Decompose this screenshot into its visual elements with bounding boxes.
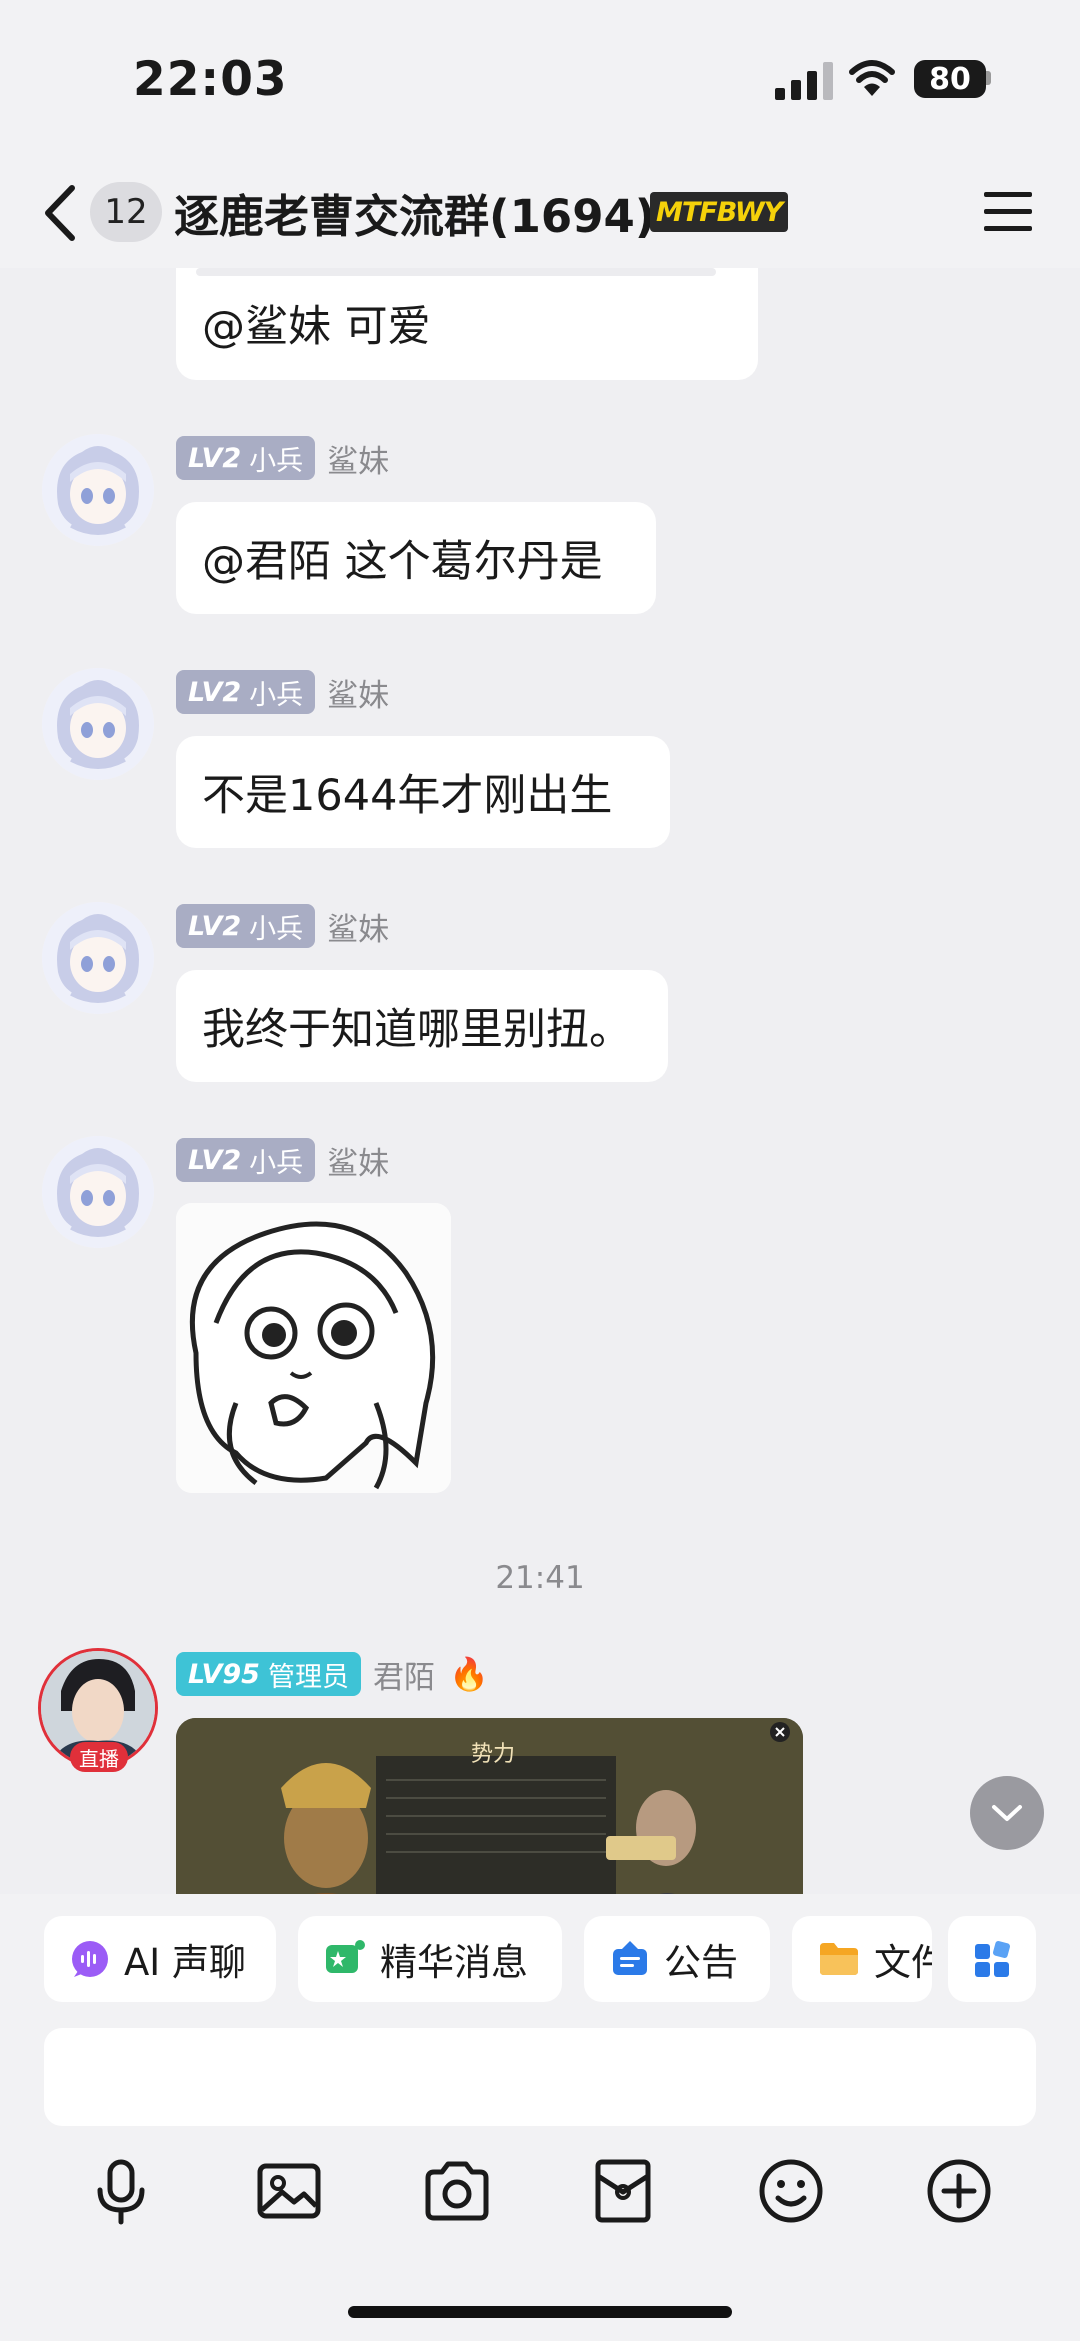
mic-icon[interactable] — [86, 2156, 156, 2226]
sender-row: LV2 小兵 鲨妹 — [176, 670, 389, 714]
battery-indicator: 80 — [914, 60, 986, 98]
role-text: 小兵 — [249, 445, 304, 477]
anime-avatar-icon — [42, 1136, 154, 1248]
menu-icon[interactable] — [984, 186, 1032, 238]
wifi-icon — [849, 60, 895, 96]
avatar[interactable] — [42, 434, 154, 546]
game-screenshot-image[interactable]: 势力 — [176, 1718, 803, 1894]
files-button[interactable]: 文件 — [792, 1916, 932, 2002]
sticker-image[interactable] — [176, 1203, 451, 1493]
live-badge[interactable]: 直播 — [70, 1742, 128, 1772]
level-badge: LV2 小兵 — [176, 904, 316, 948]
add-icon[interactable] — [924, 2156, 994, 2226]
status-bar: 22:03 80 — [0, 0, 1080, 160]
level-text: LV2 — [188, 676, 242, 708]
ai-voice-icon — [72, 1941, 108, 1977]
ai-voice-chat-button[interactable]: AI 声聊 — [44, 1916, 276, 2002]
message-list[interactable]: @鲨妹 可爱 LV2 小兵 鲨妹 @君陌 这个葛尔丹是 LV2 小兵 鲨妹 不是… — [0, 268, 1080, 1894]
home-indicator[interactable] — [348, 2306, 732, 2318]
role-text: 小兵 — [249, 913, 304, 945]
unread-count-badge[interactable]: 12 — [90, 182, 162, 242]
scroll-to-bottom-button[interactable] — [970, 1776, 1044, 1850]
group-title[interactable]: 逐鹿老曹交流群(1694) — [174, 180, 655, 245]
red-packet-icon[interactable] — [588, 2156, 658, 2226]
apps-grid-icon — [975, 1940, 1011, 1977]
announcement-button[interactable]: 公告 — [584, 1916, 770, 2002]
highlight-icon — [326, 1940, 365, 1973]
message-input[interactable] — [44, 2028, 1036, 2126]
admin-level-badge: LV95 管理员 — [176, 1652, 361, 1696]
game-panel-title: 势力 — [471, 1742, 516, 1767]
composer — [0, 2026, 1080, 2341]
emoji-icon[interactable] — [756, 2156, 826, 2226]
anime-avatar-icon — [42, 902, 154, 1014]
message-text: @鲨妹 可爱 — [202, 302, 431, 352]
battery-tip — [986, 71, 991, 85]
level-badge: LV2 小兵 — [176, 1138, 316, 1182]
avatar[interactable] — [42, 668, 154, 780]
cellular-signal-icon — [775, 62, 833, 100]
anime-avatar-icon — [42, 434, 154, 546]
sticker-drawing — [176, 1203, 451, 1493]
role-text: 小兵 — [249, 679, 304, 711]
message-text: 不是1644年才刚出生 — [202, 771, 613, 821]
highlight-messages-button[interactable]: 精华消息 — [298, 1916, 562, 2002]
message-bubble[interactable]: @鲨妹 可爱 — [176, 268, 758, 380]
folder-icon — [820, 1943, 858, 1975]
chip-label: 文件 — [874, 1941, 932, 1984]
level-text: LV2 — [188, 910, 242, 942]
sender-name[interactable]: 鲨妹 — [327, 436, 389, 481]
sender-row: LV2 小兵 鲨妹 — [176, 436, 389, 480]
chevron-down-icon — [992, 1805, 1022, 1821]
chip-label: AI 声聊 — [124, 1941, 246, 1984]
group-brand-badge: MTFBWY — [650, 192, 789, 232]
sender-name[interactable]: 鲨妹 — [327, 670, 389, 715]
anime-avatar-icon — [42, 668, 154, 780]
level-badge: LV2 小兵 — [176, 436, 316, 480]
level-badge: LV2 小兵 — [176, 670, 316, 714]
level-text: LV2 — [188, 1144, 242, 1176]
chip-label: 精华消息 — [380, 1941, 528, 1984]
more-apps-button[interactable] — [948, 1916, 1036, 2002]
flame-icon: 🔥 — [448, 1655, 489, 1693]
level-text: LV95 — [188, 1658, 260, 1690]
role-text: 小兵 — [249, 1147, 304, 1179]
status-time: 22:03 — [133, 52, 288, 107]
level-text: LV2 — [188, 442, 242, 474]
message-bubble[interactable]: @君陌 这个葛尔丹是 — [176, 502, 656, 614]
message-timestamp: 21:41 — [495, 1560, 585, 1596]
sender-row: LV2 小兵 鲨妹 — [176, 1138, 389, 1182]
back-chevron-icon[interactable] — [40, 180, 80, 246]
message-bubble[interactable]: 不是1644年才刚出生 — [176, 736, 670, 848]
avatar[interactable] — [42, 1136, 154, 1248]
sender-name[interactable]: 君陌 — [373, 1652, 435, 1697]
image-icon[interactable] — [254, 2156, 324, 2226]
avatar[interactable] — [42, 902, 154, 1014]
message-text: @君陌 这个葛尔丹是 — [202, 537, 603, 587]
sender-name[interactable]: 鲨妹 — [327, 904, 389, 949]
chip-label: 公告 — [664, 1941, 738, 1984]
message-text: 我终于知道哪里别扭。 — [202, 1005, 632, 1055]
camera-icon[interactable] — [422, 2156, 492, 2226]
role-text: 管理员 — [267, 1661, 349, 1693]
sender-row: LV2 小兵 鲨妹 — [176, 904, 389, 948]
announcement-icon — [613, 1941, 647, 1975]
sender-name[interactable]: 鲨妹 — [327, 1138, 389, 1183]
chat-header: 12 逐鹿老曹交流群(1694) MTFBWY — [0, 160, 1080, 268]
message-bubble[interactable]: 我终于知道哪里别扭。 — [176, 970, 668, 1082]
sender-row: LV95 管理员 君陌 🔥 — [176, 1652, 489, 1696]
quote-bar — [196, 268, 716, 276]
quick-actions-bar: AI 声聊 精华消息 公告 文件 — [0, 1894, 1080, 2026]
